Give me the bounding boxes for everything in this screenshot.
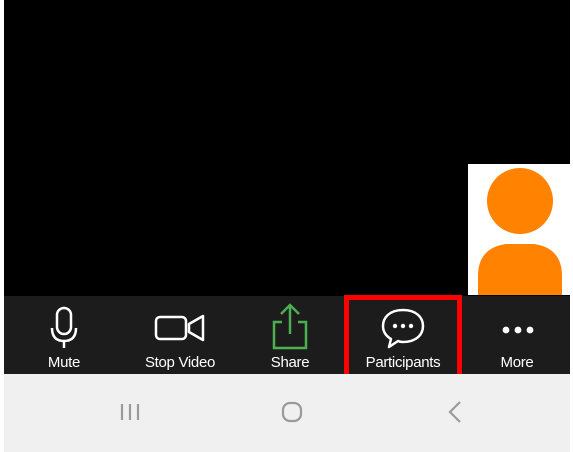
self-video-preview[interactable] [468,164,570,295]
back-button[interactable] [424,392,484,432]
more-dots-icon [502,326,534,334]
video-camera-icon [154,314,205,342]
back-icon [448,401,461,423]
more-button[interactable]: More [467,296,567,374]
meeting-toolbar: Mute Stop Video Share Participants More [4,296,570,374]
home-icon [281,401,303,423]
stop-video-label: Stop Video [144,354,216,371]
mute-label: Mute [47,354,81,371]
home-button[interactable] [262,392,322,432]
stop-video-button[interactable]: Stop Video [130,296,230,374]
meeting-screen: Mute Stop Video Share Participants More [4,0,570,452]
recent-apps-icon [120,404,140,420]
mute-button[interactable]: Mute [14,296,114,374]
more-label: More [500,354,534,371]
system-nav-bar [4,374,570,452]
recent-apps-button[interactable] [100,392,160,432]
user-avatar-icon [468,164,570,295]
share-label: Share [270,354,310,371]
share-icon [272,303,308,350]
microphone-icon [50,306,78,348]
share-button[interactable]: Share [240,296,340,374]
